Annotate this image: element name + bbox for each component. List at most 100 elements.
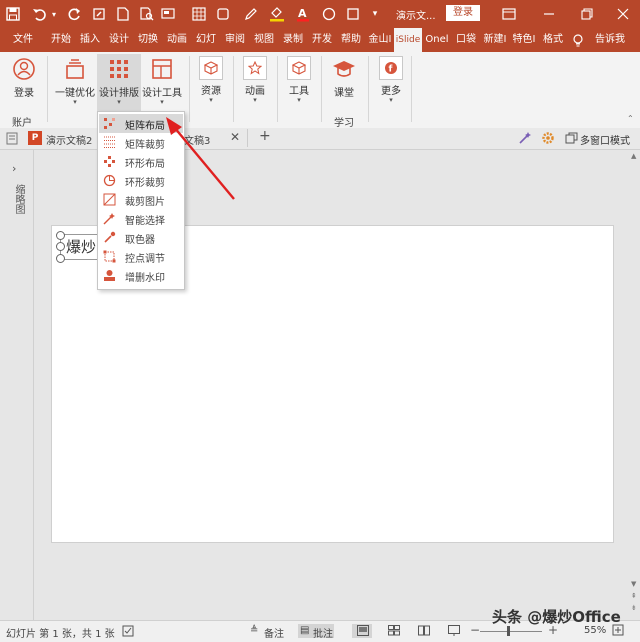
- chevron-down-icon: ▾: [209, 96, 213, 104]
- tab-record[interactable]: 录制: [280, 28, 306, 52]
- grid-dots-icon: [106, 56, 132, 82]
- reading-view-icon[interactable]: [418, 625, 430, 639]
- zoom-slider-thumb[interactable]: [507, 626, 510, 636]
- magic-wand-icon[interactable]: [518, 131, 532, 148]
- watermark-icon: [103, 269, 116, 282]
- tab-new[interactable]: 新建I: [481, 28, 509, 52]
- design-tools-button[interactable]: 设计工具 ▾: [142, 54, 182, 106]
- tab-islide[interactable]: iSlide: [394, 28, 422, 52]
- slideshow-icon[interactable]: [448, 625, 460, 639]
- ribbon-display-icon[interactable]: [500, 5, 518, 23]
- expand-pane-icon[interactable]: ›: [12, 162, 16, 175]
- document-title: 演示文...: [396, 11, 436, 22]
- tools-button[interactable]: 工具 ▾: [284, 54, 314, 104]
- customize-icon[interactable]: ▾: [366, 5, 384, 23]
- tab-transitions[interactable]: 切换: [135, 28, 161, 52]
- tab-file[interactable]: 文件: [6, 28, 40, 52]
- comments-icon[interactable]: ▤: [300, 625, 309, 636]
- login-ribbon-button[interactable]: 登录: [6, 54, 42, 104]
- menu-item-handle-adjust[interactable]: 控点调节: [99, 247, 183, 266]
- handle-adjust-icon: [103, 250, 116, 263]
- matrix-layout-icon: [103, 117, 116, 130]
- square-icon[interactable]: [344, 5, 362, 23]
- next-slide-icon[interactable]: ⇟: [631, 604, 637, 612]
- resize-handle[interactable]: [56, 231, 65, 240]
- restore-icon[interactable]: [578, 5, 596, 23]
- lightbulb-icon[interactable]: [571, 33, 585, 47]
- shape-icon[interactable]: [214, 5, 232, 23]
- minimize-icon[interactable]: [540, 5, 558, 23]
- tab-help[interactable]: 帮助: [338, 28, 364, 52]
- scroll-up-icon[interactable]: ▲: [631, 152, 636, 160]
- annotation-arrow: [166, 117, 235, 200]
- tab-home[interactable]: 开始: [48, 28, 74, 52]
- login-button[interactable]: 登录: [446, 5, 480, 21]
- menu-item-watermark[interactable]: 增删水印: [99, 266, 183, 285]
- menu-item-eyedropper[interactable]: 取色器: [99, 228, 183, 247]
- resize-handle[interactable]: [56, 254, 65, 263]
- doc-tab-1[interactable]: 演示文稿2: [46, 132, 92, 147]
- tab-insert[interactable]: 插入: [77, 28, 103, 52]
- new-file-icon[interactable]: [114, 5, 132, 23]
- zoom-slider[interactable]: [480, 631, 542, 632]
- resize-handle[interactable]: [56, 242, 65, 251]
- redo-icon[interactable]: [66, 5, 84, 23]
- more-button[interactable]: f 更多 ▾: [376, 54, 406, 104]
- comments-button[interactable]: 批注: [313, 625, 333, 640]
- design-layout-button[interactable]: 设计排版 ▾: [97, 54, 141, 112]
- tab-kingsoft[interactable]: 金山I: [366, 28, 394, 52]
- vertical-scrollbar[interactable]: ▲ ▼ ⇞ ⇟: [629, 150, 640, 620]
- font-color-icon[interactable]: A: [294, 5, 312, 23]
- course-button[interactable]: 课堂: [328, 54, 360, 104]
- accessibility-icon[interactable]: [122, 625, 134, 640]
- new-tab-icon[interactable]: +: [259, 128, 271, 144]
- tab-special[interactable]: 特色I: [510, 28, 538, 52]
- smart-select-icon: [103, 212, 116, 225]
- ribbon: 登录 账户 一键优化 ▾ 设计排版 ▾ 设计工具 ▾ 资源 ▾ 动画 ▾ 工具 …: [0, 52, 640, 129]
- multi-window-icon: [565, 132, 578, 147]
- notes-icon[interactable]: ≜: [250, 625, 258, 636]
- save-icon[interactable]: [4, 5, 22, 23]
- notes-button[interactable]: 备注: [264, 625, 284, 640]
- format-painter-icon[interactable]: [90, 5, 108, 23]
- grid-icon[interactable]: [190, 5, 208, 23]
- tab-review[interactable]: 审阅: [222, 28, 248, 52]
- tab-view[interactable]: 视图: [251, 28, 277, 52]
- ribbon-separator: [321, 56, 322, 122]
- undo-dropdown-icon[interactable]: ▾: [50, 5, 58, 23]
- pen-icon[interactable]: [242, 5, 260, 23]
- scroll-down-icon[interactable]: ▼: [631, 580, 636, 588]
- menu-item-smart-select[interactable]: 智能选择: [99, 209, 183, 228]
- resources-button[interactable]: 资源 ▾: [196, 54, 226, 104]
- undo-icon[interactable]: [30, 5, 48, 23]
- tab-developer[interactable]: 开发: [309, 28, 335, 52]
- thumbnail-label[interactable]: 缩略图: [10, 184, 24, 214]
- tab-format[interactable]: 格式: [540, 28, 566, 52]
- settings-gear-icon[interactable]: [541, 131, 555, 148]
- slide-sorter-icon[interactable]: [388, 625, 400, 639]
- slide-text[interactable]: 爆炒: [66, 236, 96, 257]
- one-click-optimize-button[interactable]: 一键优化 ▾: [54, 54, 96, 106]
- normal-view-icon[interactable]: [357, 625, 369, 639]
- svg-text:A: A: [298, 7, 307, 20]
- zoom-out-icon[interactable]: −: [470, 623, 480, 637]
- tab-design[interactable]: 设计: [106, 28, 132, 52]
- tab-slideshow[interactable]: 幻灯: [193, 28, 219, 52]
- tab-animations[interactable]: 动画: [164, 28, 190, 52]
- ring-crop-icon: [103, 174, 116, 187]
- slide-layout-icon[interactable]: [160, 5, 178, 23]
- prev-slide-icon[interactable]: ⇞: [631, 592, 637, 600]
- tab-pocket[interactable]: 口袋: [453, 28, 479, 52]
- multi-window-mode-button[interactable]: 多窗口模式: [580, 132, 630, 147]
- tell-me-search[interactable]: 告诉我: [590, 28, 630, 52]
- account-group-label: 账户: [12, 118, 32, 129]
- learn-group-label: 学习: [334, 118, 354, 129]
- tab-onenote[interactable]: Onel: [424, 28, 450, 52]
- print-preview-icon[interactable]: [138, 5, 156, 23]
- collapse-ribbon-icon[interactable]: ⌃: [627, 114, 634, 123]
- fill-color-icon[interactable]: [268, 5, 286, 23]
- close-icon[interactable]: [614, 5, 632, 23]
- watermark-text: 头条 @爆炒Office: [492, 608, 621, 626]
- circle-icon[interactable]: [320, 5, 338, 23]
- animation-button[interactable]: 动画 ▾: [240, 54, 270, 104]
